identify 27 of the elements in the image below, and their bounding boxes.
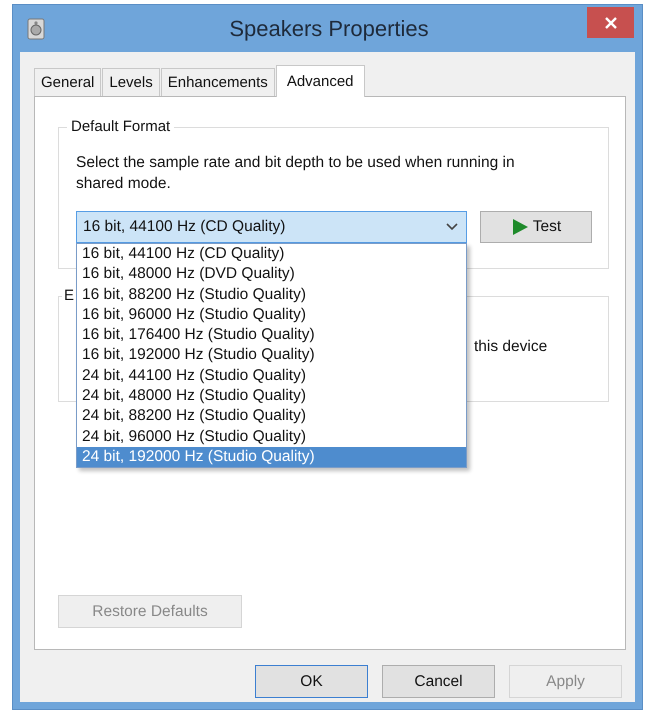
dialog-button[interactable]: Cancel (382, 665, 495, 698)
dropdown-option[interactable]: 16 bit, 48000 Hz (DVD Quality) (77, 264, 466, 285)
tab[interactable]: Advanced (276, 65, 365, 97)
dropdown-option[interactable]: 24 bit, 44100 Hz (Studio Quality) (77, 366, 466, 386)
dropdown-option[interactable]: 16 bit, 96000 Hz (Studio Quality) (77, 304, 466, 326)
tab[interactable]: General (34, 68, 102, 96)
description-text: Select the sample rate and bit depth to be used when running in shared mode. (76, 153, 516, 194)
format-dropdown[interactable]: 16 bit, 44100 Hz (CD Quality) (76, 211, 467, 243)
option-label: this device (474, 338, 548, 355)
test-button[interactable]: Test (480, 211, 592, 243)
tab[interactable]: Enhancements (160, 68, 275, 96)
close-icon (604, 16, 618, 30)
speaker-icon (27, 18, 45, 40)
dropdown-option[interactable]: 16 bit, 44100 Hz (CD Quality) (77, 244, 466, 264)
dropdown-option[interactable]: 24 bit, 48000 Hz (Studio Quality) (77, 386, 466, 406)
chevron-down-icon (446, 223, 458, 231)
dialog-button[interactable]: OK (255, 665, 368, 698)
dropdown-option[interactable]: 24 bit, 88200 Hz (Studio Quality) (77, 406, 466, 427)
dropdown-option[interactable]: 16 bit, 176400 Hz (Studio Quality) (77, 325, 466, 346)
play-icon (510, 218, 529, 236)
dropdown-option[interactable]: 16 bit, 88200 Hz (Studio Quality) (77, 284, 466, 305)
dropdown-option[interactable]: 24 bit, 96000 Hz (Studio Quality) (77, 426, 466, 447)
tab[interactable]: Levels (102, 68, 160, 96)
window-title: Speakers Properties (228, 16, 430, 42)
dropdown-option[interactable]: 16 bit, 192000 Hz (Studio Quality) (77, 345, 466, 366)
dropdown-option[interactable]: 24 bit, 192000 Hz (Studio Quality) (77, 446, 466, 468)
close-button[interactable] (587, 7, 634, 38)
